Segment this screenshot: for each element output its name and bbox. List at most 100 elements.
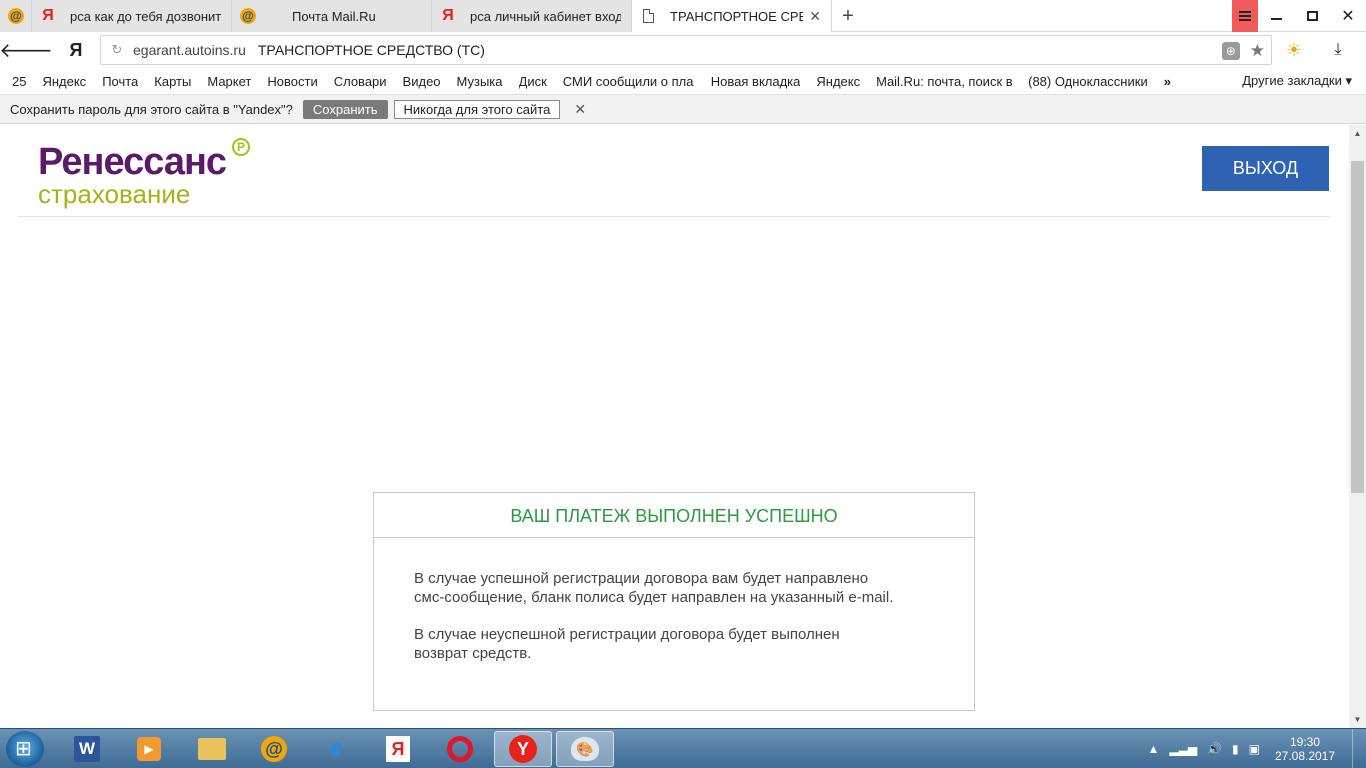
reload-icon[interactable]: ↻ [101, 42, 133, 58]
exit-button[interactable]: ВЫХОД [1202, 146, 1329, 191]
minimize-button[interactable] [1258, 0, 1294, 32]
taskbar-explorer[interactable] [183, 731, 241, 767]
taskbar-paint[interactable]: 🎨 [556, 731, 614, 767]
clock-date: 27.08.2017 [1274, 749, 1336, 763]
bookmark-item[interactable]: Почта [102, 74, 138, 89]
maximize-button[interactable] [1294, 0, 1330, 32]
bookmark-item[interactable]: СМИ сообщили о пла [563, 74, 695, 89]
tab-title: рса личный кабинет вход – [470, 8, 621, 24]
clock-time: 19:30 [1289, 735, 1321, 749]
bookmark-item[interactable]: Маркет [207, 74, 251, 89]
bookmark-item[interactable]: 25 [12, 74, 26, 89]
document-icon [640, 8, 656, 24]
mail-agent-icon: @ [261, 736, 287, 762]
show-desktop-button[interactable] [1352, 729, 1366, 768]
url-page-title: ТРАНСПОРТНОЕ СРЕДСТВО (ТС) [257, 42, 485, 58]
save-password-button[interactable]: Сохранить [302, 99, 388, 119]
registered-mark-icon: Р [232, 138, 250, 156]
bookmark-item[interactable]: Музыка [457, 74, 503, 89]
never-save-button[interactable]: Никогда для этого сайта [393, 99, 561, 119]
bookmark-item[interactable]: Видео [403, 74, 441, 89]
scroll-down-icon[interactable]: ▼ [1349, 711, 1366, 728]
renaissance-logo[interactable]: Ренессанс Р страхование [38, 138, 250, 208]
taskbar-media-player[interactable]: ▶ [120, 731, 178, 767]
bookmark-item[interactable]: Новости [267, 74, 317, 89]
yandex-home-button[interactable]: Я [52, 32, 100, 68]
taskbar-word[interactable]: W [58, 731, 116, 767]
navigation-bar: 🡐 Я ↻ egarant.autoins.ru ТРАНСПОРТНОЕ СР… [0, 32, 1366, 68]
scroll-up-icon[interactable]: ▲ [1349, 125, 1366, 142]
yandex-browser-icon: Y [509, 735, 537, 763]
window-controls: ✕ [1232, 0, 1366, 32]
text-line: смс-сообщение, бланк полиса будет направ… [414, 589, 894, 606]
bookmarks-more-button[interactable]: » [1164, 74, 1171, 89]
tab-close-icon[interactable]: ✕ [809, 8, 821, 25]
yandex-logo-icon: Я [69, 39, 83, 60]
clock[interactable]: 19:30 27.08.2017 [1270, 735, 1340, 763]
save-password-prompt: Сохранить пароль для этого сайта в "Yand… [10, 101, 293, 117]
internet-explorer-icon: e [329, 735, 343, 762]
scroll-thumb[interactable] [1351, 161, 1364, 493]
word-icon: W [74, 736, 100, 762]
mailru-icon: @ [240, 8, 256, 24]
signal-icon[interactable]: ▂▃▅ [1169, 742, 1197, 756]
network-icon[interactable]: ▣ [1249, 742, 1260, 756]
bookmark-item[interactable]: Mail.Ru: почта, поиск в [876, 74, 1012, 89]
bookmark-item[interactable]: Карты [154, 74, 191, 89]
tab-title: Почта Mail.Ru [292, 8, 376, 24]
taskbar-yandex[interactable]: Я [369, 731, 427, 767]
bookmark-item[interactable]: Диск [519, 74, 547, 89]
taskbar-mail-agent[interactable]: @ [245, 731, 303, 767]
maximize-icon [1306, 11, 1318, 21]
downloads-button[interactable]: ⤓ [1316, 41, 1360, 59]
bookmark-star-icon[interactable]: ★ [1250, 41, 1265, 61]
tab-title: ТРАНСПОРТНОЕ СРЕДСТ [670, 8, 803, 24]
translate-icon[interactable]: ⊕ [1221, 42, 1240, 60]
success-registration-text: В случае успешной регистрации договора в… [414, 569, 934, 607]
failed-registration-text: В случае неуспешной регистрации договора… [414, 625, 934, 663]
bookmark-item[interactable]: Новая вкладка [711, 74, 801, 89]
tab-mailru[interactable]: @ Почта Mail.Ru [232, 0, 432, 32]
bookmark-item[interactable]: Яндекс [816, 74, 860, 89]
new-tab-button[interactable]: + [832, 0, 864, 32]
yandex-icon: Я [42, 7, 54, 24]
yandex-icon: Я [442, 7, 454, 24]
tab-transport[interactable]: ТРАНСПОРТНОЕ СРЕДСТ ✕ [632, 0, 832, 32]
explorer-folder-icon [198, 738, 226, 760]
battery-icon[interactable]: ▮ [1232, 742, 1239, 756]
back-button[interactable]: 🡐 [0, 32, 53, 68]
windows-taskbar: W ▶ @ e Я Y 🎨 ▲ ▂▃▅ 🔊 ▮ ▣ 19:30 27.08.20… [0, 728, 1366, 768]
logo-line1: Ренессанс [38, 141, 227, 183]
close-icon: ✕ [1341, 8, 1355, 25]
browser-menu-button[interactable] [1232, 0, 1258, 32]
vertical-scrollbar[interactable]: ▲ ▼ [1349, 125, 1366, 728]
address-bar[interactable]: ↻ egarant.autoins.ru ТРАНСПОРТНОЕ СРЕДСТ… [100, 35, 1272, 65]
other-bookmarks-button[interactable]: Другие закладки ▾ [1242, 73, 1352, 89]
bookmark-item[interactable]: Яндекс [42, 74, 86, 89]
payment-success-panel: ВАШ ПЛАТЕЖ ВЫПОЛНЕН УСПЕШНО В случае усп… [373, 492, 975, 711]
tab-pinned-mailru[interactable]: @ [0, 0, 32, 32]
close-window-button[interactable]: ✕ [1330, 0, 1366, 32]
text-line: В случае успешной регистрации договора в… [414, 570, 869, 587]
header-divider [18, 216, 1330, 217]
menu-icon [1239, 11, 1251, 21]
paint-icon: 🎨 [571, 737, 599, 761]
sun-weather-icon: ☀ [1285, 39, 1303, 60]
taskbar-opera[interactable] [431, 731, 489, 767]
start-button[interactable] [6, 731, 44, 767]
taskbar-internet-explorer[interactable]: e [307, 731, 365, 767]
system-tray: ▲ ▂▃▅ 🔊 ▮ ▣ 19:30 27.08.2017 [1148, 729, 1366, 768]
opera-icon [447, 736, 473, 762]
close-icon[interactable]: ✕ [574, 101, 586, 118]
volume-icon[interactable]: 🔊 [1207, 742, 1222, 756]
tab-rsa-cabinet[interactable]: Я рса личный кабинет вход – [432, 0, 632, 32]
page-content: Ренессанс Р страхование ВЫХОД ВАШ ПЛАТЕЖ… [0, 125, 1349, 728]
tab-strip: @ Я рса как до тебя дозвонитьс @ Почта M… [0, 0, 1366, 32]
bookmark-item[interactable]: (88) Одноклассники [1028, 74, 1148, 89]
text-line: В случае неуспешной регистрации договора… [414, 626, 840, 643]
extension-button[interactable]: ☀ [1272, 40, 1316, 61]
taskbar-yandex-browser[interactable]: Y [494, 731, 552, 767]
show-hidden-icons[interactable]: ▲ [1148, 742, 1160, 756]
tab-search-rsa[interactable]: Я рса как до тебя дозвонитьс [32, 0, 232, 32]
bookmark-item[interactable]: Словари [334, 74, 387, 89]
